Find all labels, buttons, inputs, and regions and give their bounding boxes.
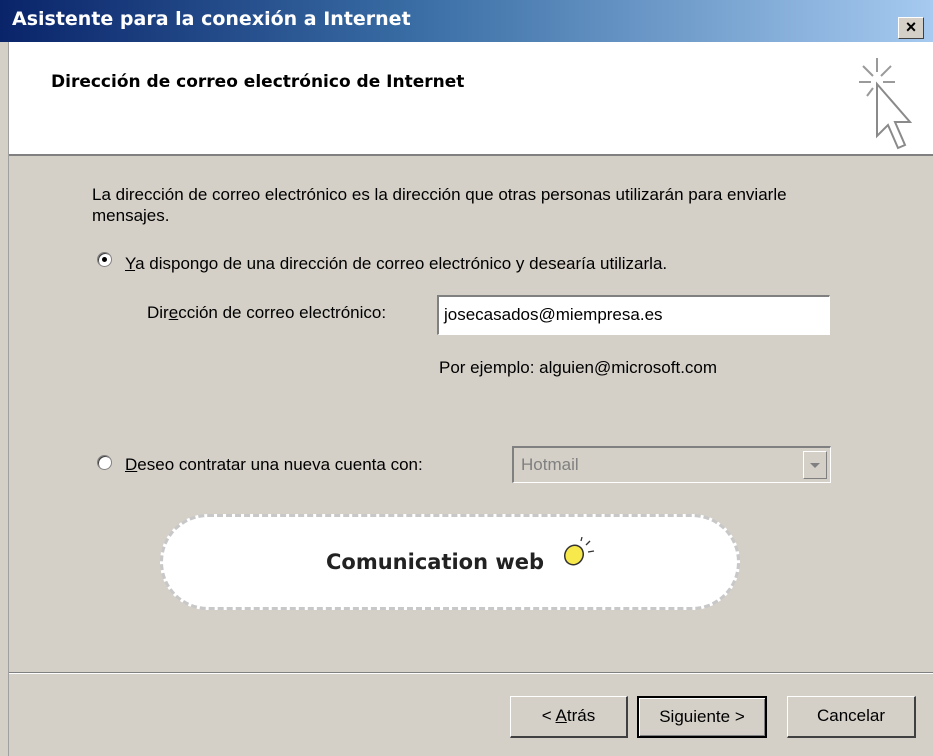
- accelerator-letter: Y: [125, 254, 136, 273]
- provider-value: Hotmail: [521, 455, 579, 474]
- email-field[interactable]: josecasados@miempresa.es: [437, 295, 830, 335]
- wizard-header: Dirección de correo electrónico de Inter…: [9, 42, 933, 156]
- provider-select[interactable]: Hotmail: [512, 446, 831, 483]
- back-button[interactable]: < Atrás: [510, 696, 628, 738]
- close-icon: ×: [905, 17, 917, 37]
- label-rest: eseo contratar una nueva cuenta con:: [137, 455, 423, 474]
- banner-text: Comunication web: [326, 550, 545, 574]
- accelerator-letter: D: [125, 455, 138, 474]
- button-text: trás: [566, 706, 596, 725]
- cancel-button[interactable]: Cancelar: [787, 696, 916, 738]
- page-title: Dirección de correo electrónico de Inter…: [51, 72, 465, 92]
- footer-divider: [9, 672, 933, 674]
- description-text: La dirección de correo electrónico es la…: [92, 185, 787, 225]
- logo-banner: Comunication web: [160, 514, 740, 610]
- label-part: Dir: [147, 303, 169, 322]
- accelerator-letter: A: [555, 706, 567, 725]
- email-value: josecasados@miempresa.es: [444, 305, 663, 324]
- close-button[interactable]: ×: [898, 17, 924, 39]
- lightbulb-icon: [563, 537, 595, 566]
- radio-selected-dot: [102, 257, 107, 262]
- existing-address-label[interactable]: Ya dispongo de una dirección de correo e…: [125, 254, 667, 274]
- left-edge: [0, 42, 9, 756]
- wizard-window: Asistente para la conexión a Internet × …: [0, 0, 933, 756]
- new-account-label[interactable]: Deseo contratar una nueva cuenta con:: [125, 455, 423, 475]
- accelerator-letter: e: [168, 303, 179, 322]
- label-part: cción de correo electrónico:: [178, 303, 387, 322]
- button-text: <: [541, 706, 556, 725]
- email-example: Por ejemplo: alguien@microsoft.com: [439, 358, 718, 377]
- new-account-radio[interactable]: [97, 455, 112, 470]
- next-button[interactable]: Siguiente >: [637, 696, 767, 738]
- wizard-cursor-icon: [859, 58, 913, 150]
- chevron-down-icon[interactable]: [803, 451, 827, 479]
- title-bar[interactable]: Asistente para la conexión a Internet ×: [0, 0, 933, 42]
- window-title: Asistente para la conexión a Internet: [12, 8, 411, 30]
- label-rest: a dispongo de una dirección de correo el…: [135, 254, 668, 273]
- existing-address-radio[interactable]: [97, 252, 112, 267]
- email-label: Dirección de correo electrónico:: [147, 303, 386, 323]
